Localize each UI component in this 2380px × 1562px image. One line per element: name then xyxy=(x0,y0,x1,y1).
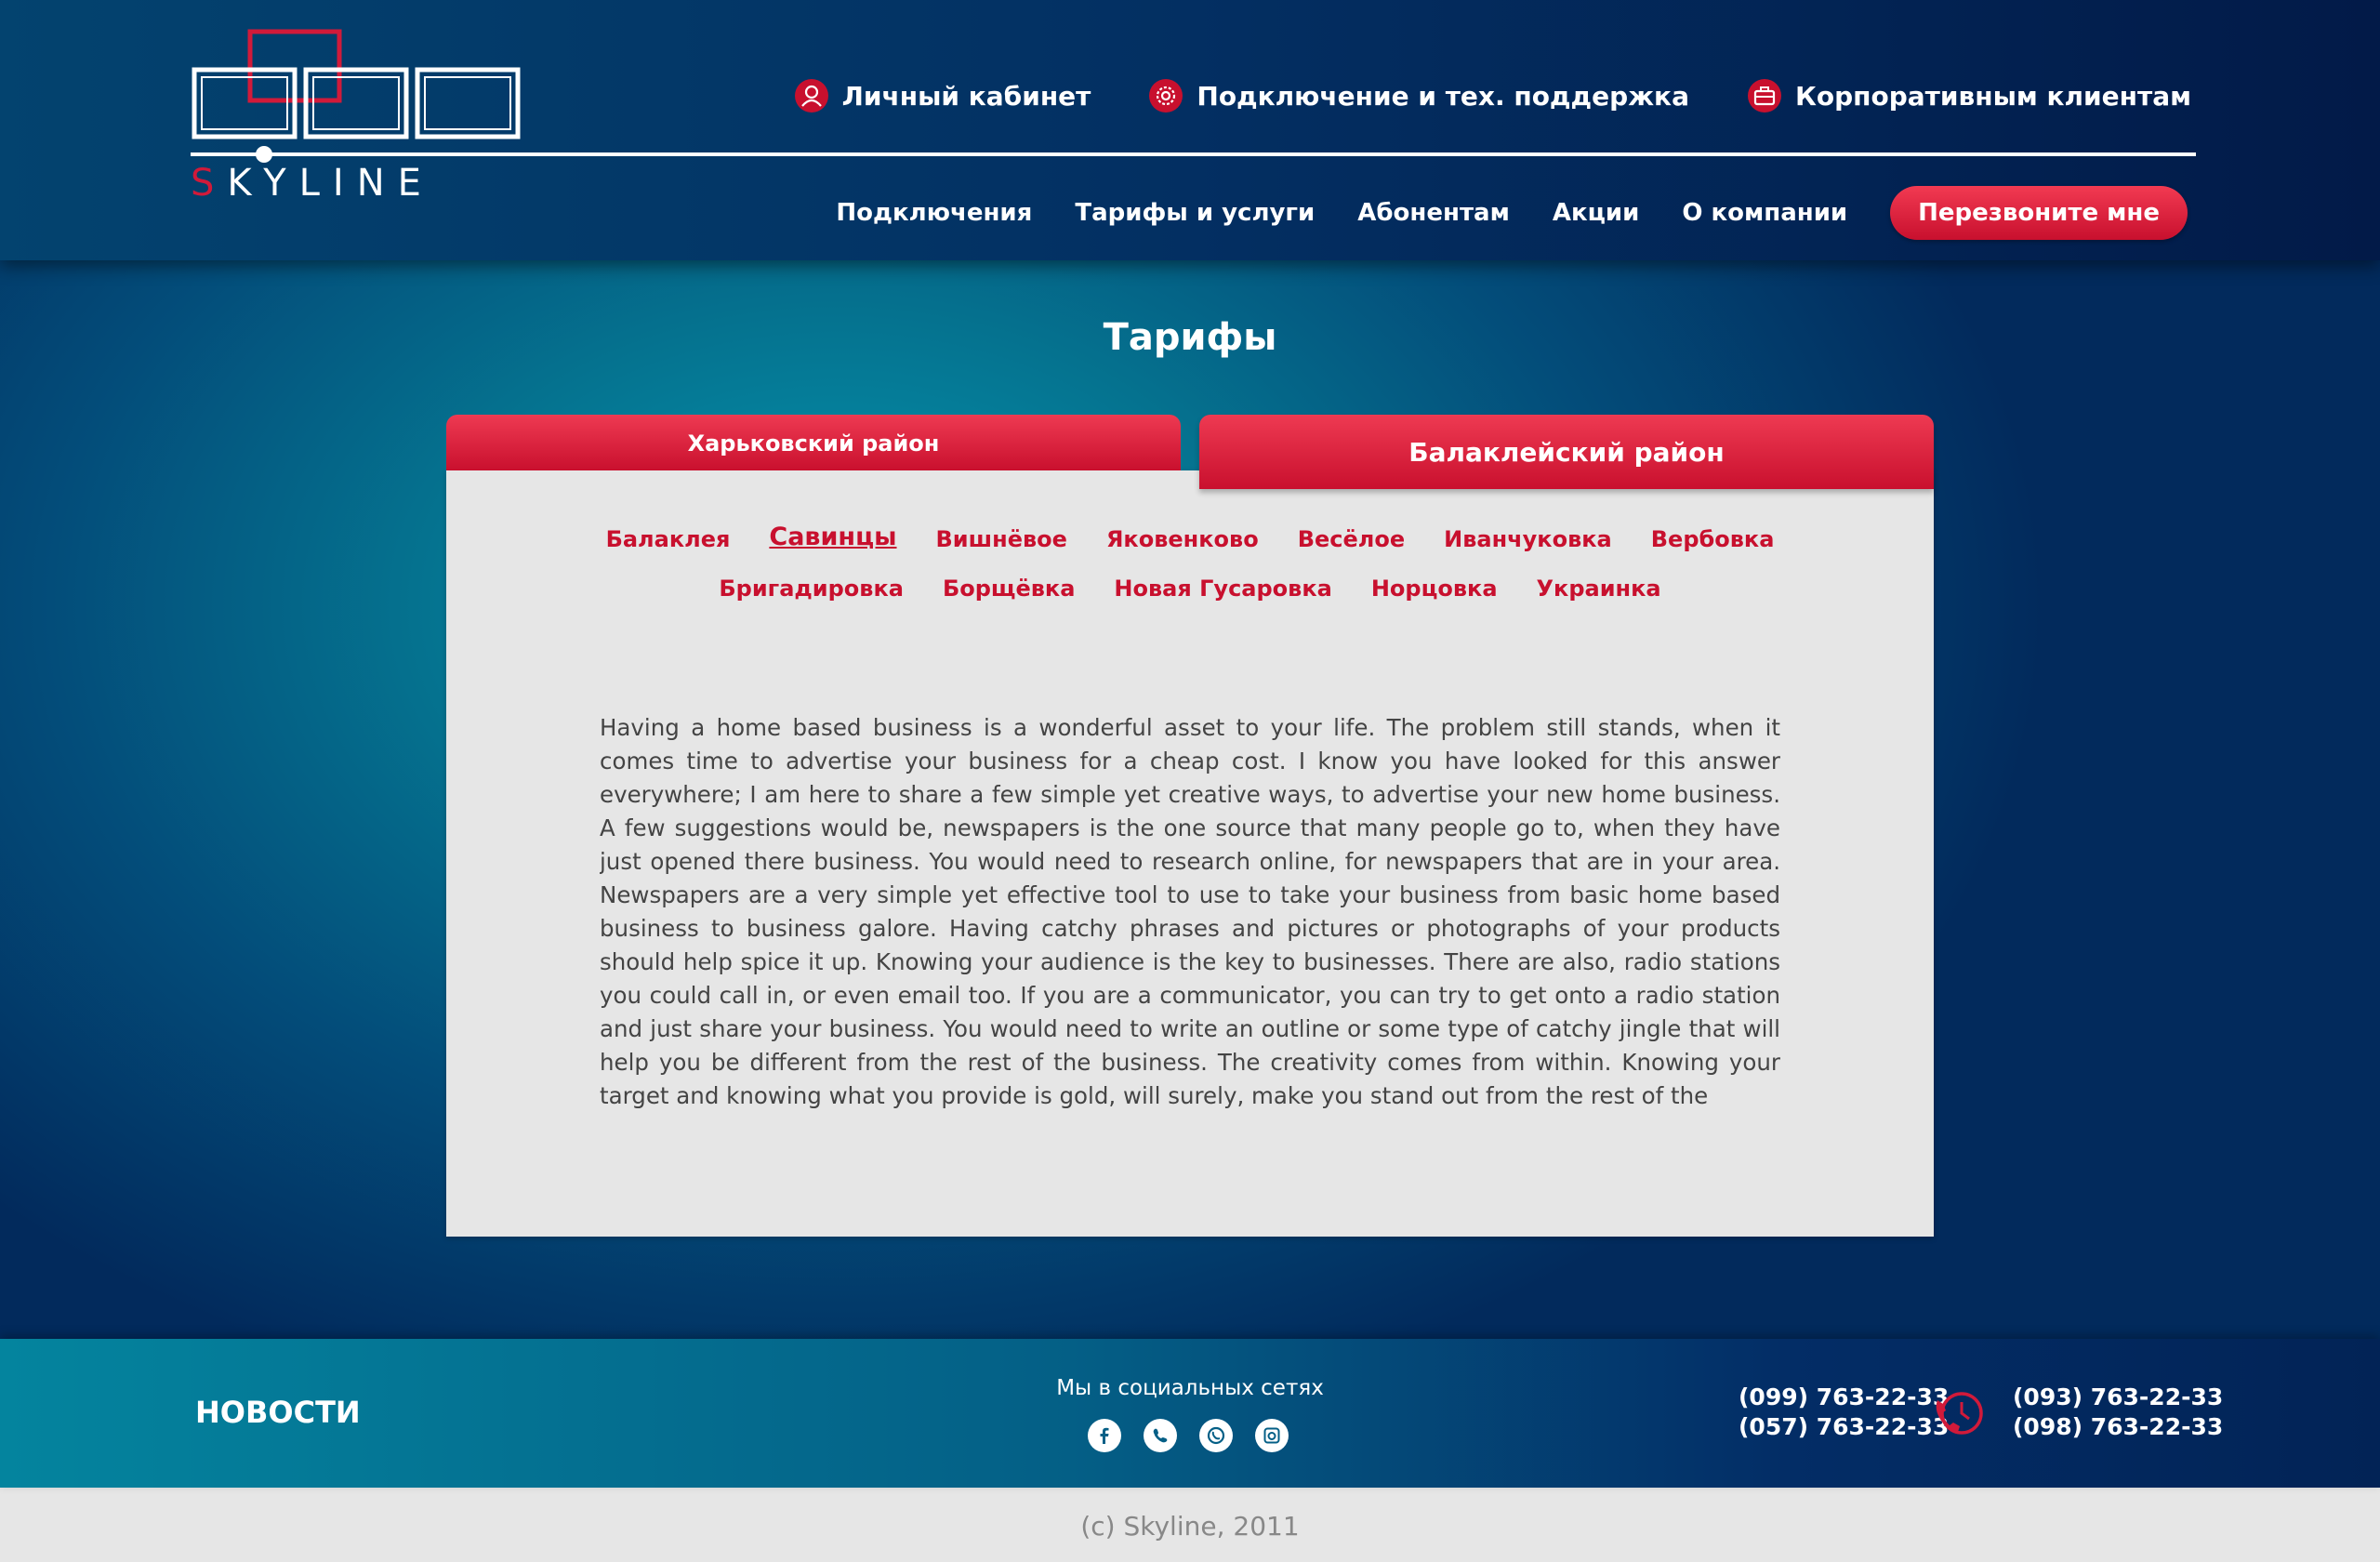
page-title: Тарифы xyxy=(1103,316,1277,359)
callback-button[interactable]: Перезвоните мне xyxy=(1890,186,2188,240)
skyline-logo[interactable]: SKYLINE xyxy=(191,28,521,200)
instagram-icon[interactable] xyxy=(1255,1419,1289,1452)
gear-icon xyxy=(1149,79,1183,113)
facebook-icon[interactable] xyxy=(1088,1419,1121,1452)
top-link-label: Корпоративным клиентам xyxy=(1794,80,2191,112)
briefcase-icon xyxy=(1747,79,1781,113)
phone-number[interactable]: (098) 763-22-33 xyxy=(2013,1412,2223,1442)
village-link[interactable]: Иванчуковка xyxy=(1444,526,1612,552)
village-link[interactable]: Украинка xyxy=(1537,576,1661,602)
viber-icon[interactable] xyxy=(1144,1419,1177,1452)
phone-clock-icon xyxy=(1936,1392,1983,1435)
tab-balakliia-district[interactable]: Балаклейский район xyxy=(1199,415,1934,489)
village-list-row-1: Балаклея Савинцы Вишнёвое Яковенково Вес… xyxy=(446,523,1934,552)
village-list-row-2: Бригадировка Борщёвка Новая Гусаровка Но… xyxy=(446,576,1934,602)
top-link-label: Подключение и тех. поддержка xyxy=(1197,80,1689,112)
village-link[interactable]: Бригадировка xyxy=(719,576,904,602)
phone-number[interactable]: (093) 763-22-33 xyxy=(2013,1383,2223,1412)
top-link-corporate[interactable]: Корпоративным клиентам xyxy=(1747,78,2191,113)
whatsapp-icon[interactable] xyxy=(1199,1419,1233,1452)
phones-left: (099) 763-22-33 (057) 763-22-33 xyxy=(1739,1383,1949,1442)
nav-item-connections[interactable]: Подключения xyxy=(836,199,1032,227)
top-link-cabinet[interactable]: Личный кабинет xyxy=(794,78,1091,113)
village-link[interactable]: Вербовка xyxy=(1651,526,1775,552)
nav-item-promotions[interactable]: Акции xyxy=(1553,199,1639,227)
logo-dot xyxy=(256,146,272,163)
village-link[interactable]: Новая Гусаровка xyxy=(1114,576,1331,602)
phone-number[interactable]: (057) 763-22-33 xyxy=(1739,1412,1949,1442)
village-link[interactable]: Весёлое xyxy=(1298,526,1405,552)
social-icons xyxy=(1088,1419,1289,1452)
top-link-label: Личный кабинет xyxy=(841,80,1091,112)
village-link-active[interactable]: Савинцы xyxy=(769,523,896,552)
copyright: (c) Skyline, 2011 xyxy=(1080,1511,1300,1542)
top-link-support[interactable]: Подключение и тех. поддержка xyxy=(1148,78,1689,113)
village-link[interactable]: Борщёвка xyxy=(943,576,1075,602)
village-link[interactable]: Яковенково xyxy=(1106,526,1259,552)
village-link[interactable]: Норцовка xyxy=(1371,576,1498,602)
village-link[interactable]: Балаклея xyxy=(606,526,731,552)
phone-number[interactable]: (099) 763-22-33 xyxy=(1739,1383,1949,1412)
nav-item-tariffs[interactable]: Тарифы и услуги xyxy=(1075,199,1315,227)
tariff-description: Having a home based business is a wonder… xyxy=(600,714,1780,1109)
village-link[interactable]: Вишнёвое xyxy=(936,526,1067,552)
tab-kharkiv-district[interactable]: Харьковский район xyxy=(446,415,1181,470)
top-links: Личный кабинет Подключение и тех. поддер… xyxy=(794,78,2191,113)
header-divider xyxy=(191,152,2196,156)
nav-item-about[interactable]: О компании xyxy=(1682,199,1847,227)
svg-text:SKYLINE: SKYLINE xyxy=(191,162,434,200)
main-nav: Подключения Тарифы и услуги Абонентам Ак… xyxy=(836,186,2188,240)
user-icon xyxy=(794,79,828,113)
phones-right: (093) 763-22-33 (098) 763-22-33 xyxy=(2013,1383,2223,1442)
nav-item-subscribers[interactable]: Абонентам xyxy=(1357,199,1510,227)
